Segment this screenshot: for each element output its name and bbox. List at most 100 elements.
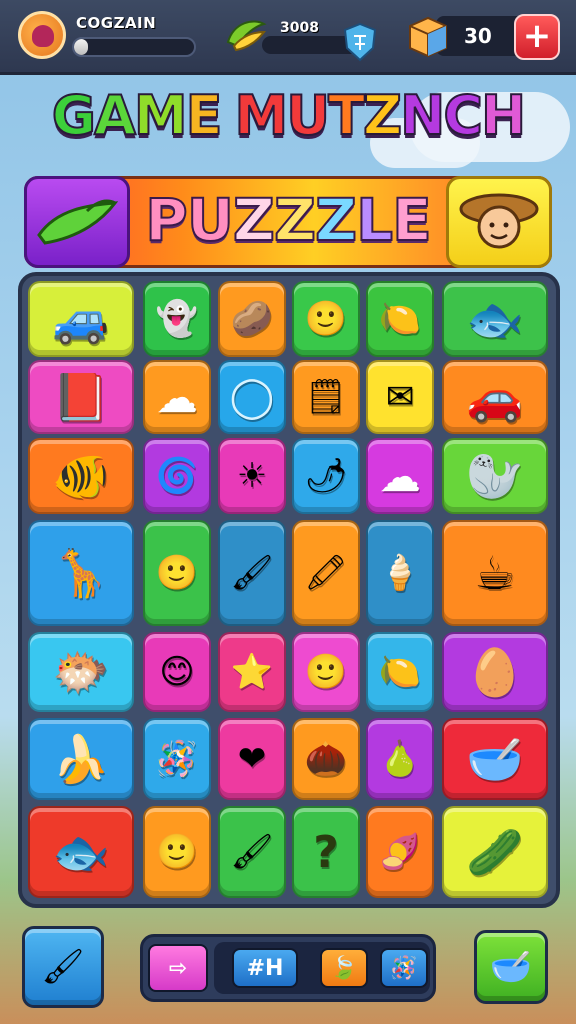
bowl-icon: 🥣 xyxy=(466,731,524,786)
spiral-icon: 🌀 xyxy=(155,456,199,496)
pear-icon: 🍐 xyxy=(378,739,422,779)
player-name: COGZAIN xyxy=(76,14,157,32)
game-tile[interactable]: 🥣 xyxy=(442,718,548,800)
game-tile[interactable]: 🌰 xyxy=(292,718,360,800)
rattle-icon: 🪅 xyxy=(390,955,418,981)
sticky-note-icon: 🗒 xyxy=(304,377,348,417)
game-tile[interactable]: 🍐 xyxy=(366,718,434,800)
game-tile[interactable]: 📕 xyxy=(28,360,134,434)
title-letter: T xyxy=(327,83,366,148)
banner-left-panel[interactable] xyxy=(24,176,130,268)
game-tile[interactable]: 🙂 xyxy=(292,281,360,357)
banana-icon: 🍌 xyxy=(52,731,110,786)
nut-icon: 🌰 xyxy=(304,739,348,779)
game-tile[interactable]: 🦒 xyxy=(28,520,134,626)
bowl-button[interactable]: 🥣 xyxy=(474,930,548,1004)
tray-slot-2[interactable]: 🍃 xyxy=(320,948,368,988)
game-tile[interactable]: ☁ xyxy=(366,438,434,514)
tray-slot-3[interactable]: 🪅 xyxy=(380,948,428,988)
game-tile[interactable]: 🚗 xyxy=(442,360,548,434)
book-icon: 📕 xyxy=(52,369,110,424)
game-tile[interactable]: 🙂 xyxy=(292,632,360,712)
seal-icon: 🦭 xyxy=(466,448,524,503)
cloud-icon: ☁ xyxy=(379,451,421,501)
game-tile[interactable]: ❤ xyxy=(218,718,286,800)
game-tile[interactable]: 🪅 xyxy=(143,718,211,800)
game-tile[interactable]: 🥚 xyxy=(442,632,548,712)
game-tile[interactable]: 🚙 xyxy=(28,281,134,357)
tray-slot-label: #H xyxy=(246,955,284,981)
tray-slot-1[interactable]: #H xyxy=(232,948,298,988)
game-tile[interactable]: 🥔 xyxy=(218,281,286,357)
leaf-icon: 🍃 xyxy=(330,955,358,981)
banana-icon xyxy=(226,20,267,52)
game-tile[interactable]: 🍦 xyxy=(366,520,434,626)
sun-icon: ☀ xyxy=(236,456,268,496)
banner-letter: Z xyxy=(232,185,276,255)
game-tile[interactable]: ✉ xyxy=(366,360,434,434)
shield-icon[interactable] xyxy=(342,22,378,62)
game-tile[interactable]: 🖌 xyxy=(218,806,286,898)
game-tile[interactable]: 🍠 xyxy=(366,806,434,898)
crayon-icon: 🖍 xyxy=(304,553,348,593)
game-tile[interactable]: 🐟 xyxy=(28,806,134,898)
cloud-icon: ☁ xyxy=(156,372,198,422)
bowl-icon: 🥣 xyxy=(489,947,533,987)
game-tile[interactable]: 🍌 xyxy=(28,718,134,800)
game-tile[interactable]: 🙂 xyxy=(143,806,211,898)
game-tile[interactable]: ? xyxy=(292,806,360,898)
arrow-button[interactable]: ⇨ xyxy=(148,944,208,992)
yellow-blob-icon: 🥚 xyxy=(466,644,524,699)
title-letter: Z xyxy=(362,83,403,148)
game-tile[interactable]: 🐡 xyxy=(28,632,134,712)
game-tile[interactable]: 🖌 xyxy=(218,520,286,626)
player-avatar[interactable] xyxy=(18,11,66,59)
game-tile[interactable]: 🐠 xyxy=(28,438,134,514)
game-tile[interactable]: 😊 xyxy=(143,632,211,712)
red-car-icon: 🚗 xyxy=(466,369,524,424)
game-tile[interactable]: 👻 xyxy=(143,281,211,357)
chili-pepper-icon: 🌶 xyxy=(304,456,348,496)
title-letter: M xyxy=(234,83,290,148)
arrow-right-icon: ⇨ xyxy=(168,955,188,981)
fish-icon: 🐠 xyxy=(52,448,110,503)
game-tile[interactable]: 🦭 xyxy=(442,438,548,514)
gem-count: 30 xyxy=(464,24,492,48)
puzzle-word: PUZZZLE xyxy=(130,185,446,255)
fish-icon: 🐡 xyxy=(52,644,110,699)
game-tile[interactable]: 🖍 xyxy=(292,520,360,626)
add-gems-button[interactable]: + xyxy=(514,14,560,60)
banner-right-panel[interactable] xyxy=(446,176,552,268)
game-tile[interactable]: 🍋 xyxy=(366,632,434,712)
game-tile[interactable]: 🙂 xyxy=(143,520,211,626)
star-icon: ⭐ xyxy=(230,652,274,692)
brush-tool-button[interactable]: 🖌 xyxy=(22,926,104,1008)
banner-letter: L xyxy=(355,185,394,255)
game-tile[interactable]: ⭐ xyxy=(218,632,286,712)
game-tile[interactable]: ☁ xyxy=(143,360,211,434)
game-tile[interactable]: ☀ xyxy=(218,438,286,514)
title-letter xyxy=(221,84,235,147)
smiley-face-icon: 🙂 xyxy=(304,299,348,339)
game-tile[interactable]: 🌀 xyxy=(143,438,211,514)
banner-letter: Z xyxy=(314,185,358,255)
title-letter: G xyxy=(51,83,97,148)
banner-letter: E xyxy=(391,185,433,255)
game-tile[interactable]: 🍋 xyxy=(366,281,434,357)
game-tile[interactable]: 🐟 xyxy=(442,281,548,357)
game-tile[interactable]: 🥒 xyxy=(442,806,548,898)
banner-letter: Z xyxy=(273,185,317,255)
lemon-icon: 🍋 xyxy=(378,652,422,692)
game-tile[interactable]: ☕ xyxy=(442,520,548,626)
top-hud: COGZAIN 3008 30 + xyxy=(0,0,576,75)
title-letter: E xyxy=(185,83,224,148)
question-mark-icon: ? xyxy=(313,826,339,878)
ring-icon: ◯ xyxy=(229,374,275,420)
game-tile[interactable]: ◯ xyxy=(218,360,286,434)
ghost-icon: 👻 xyxy=(155,299,199,339)
game-tile[interactable]: 🗒 xyxy=(292,360,360,434)
rattle-icon: 🪅 xyxy=(155,739,199,779)
title-letter: H xyxy=(480,83,527,148)
game-tile[interactable]: 🌶 xyxy=(292,438,360,514)
teacup-icon: ☕ xyxy=(474,546,516,600)
